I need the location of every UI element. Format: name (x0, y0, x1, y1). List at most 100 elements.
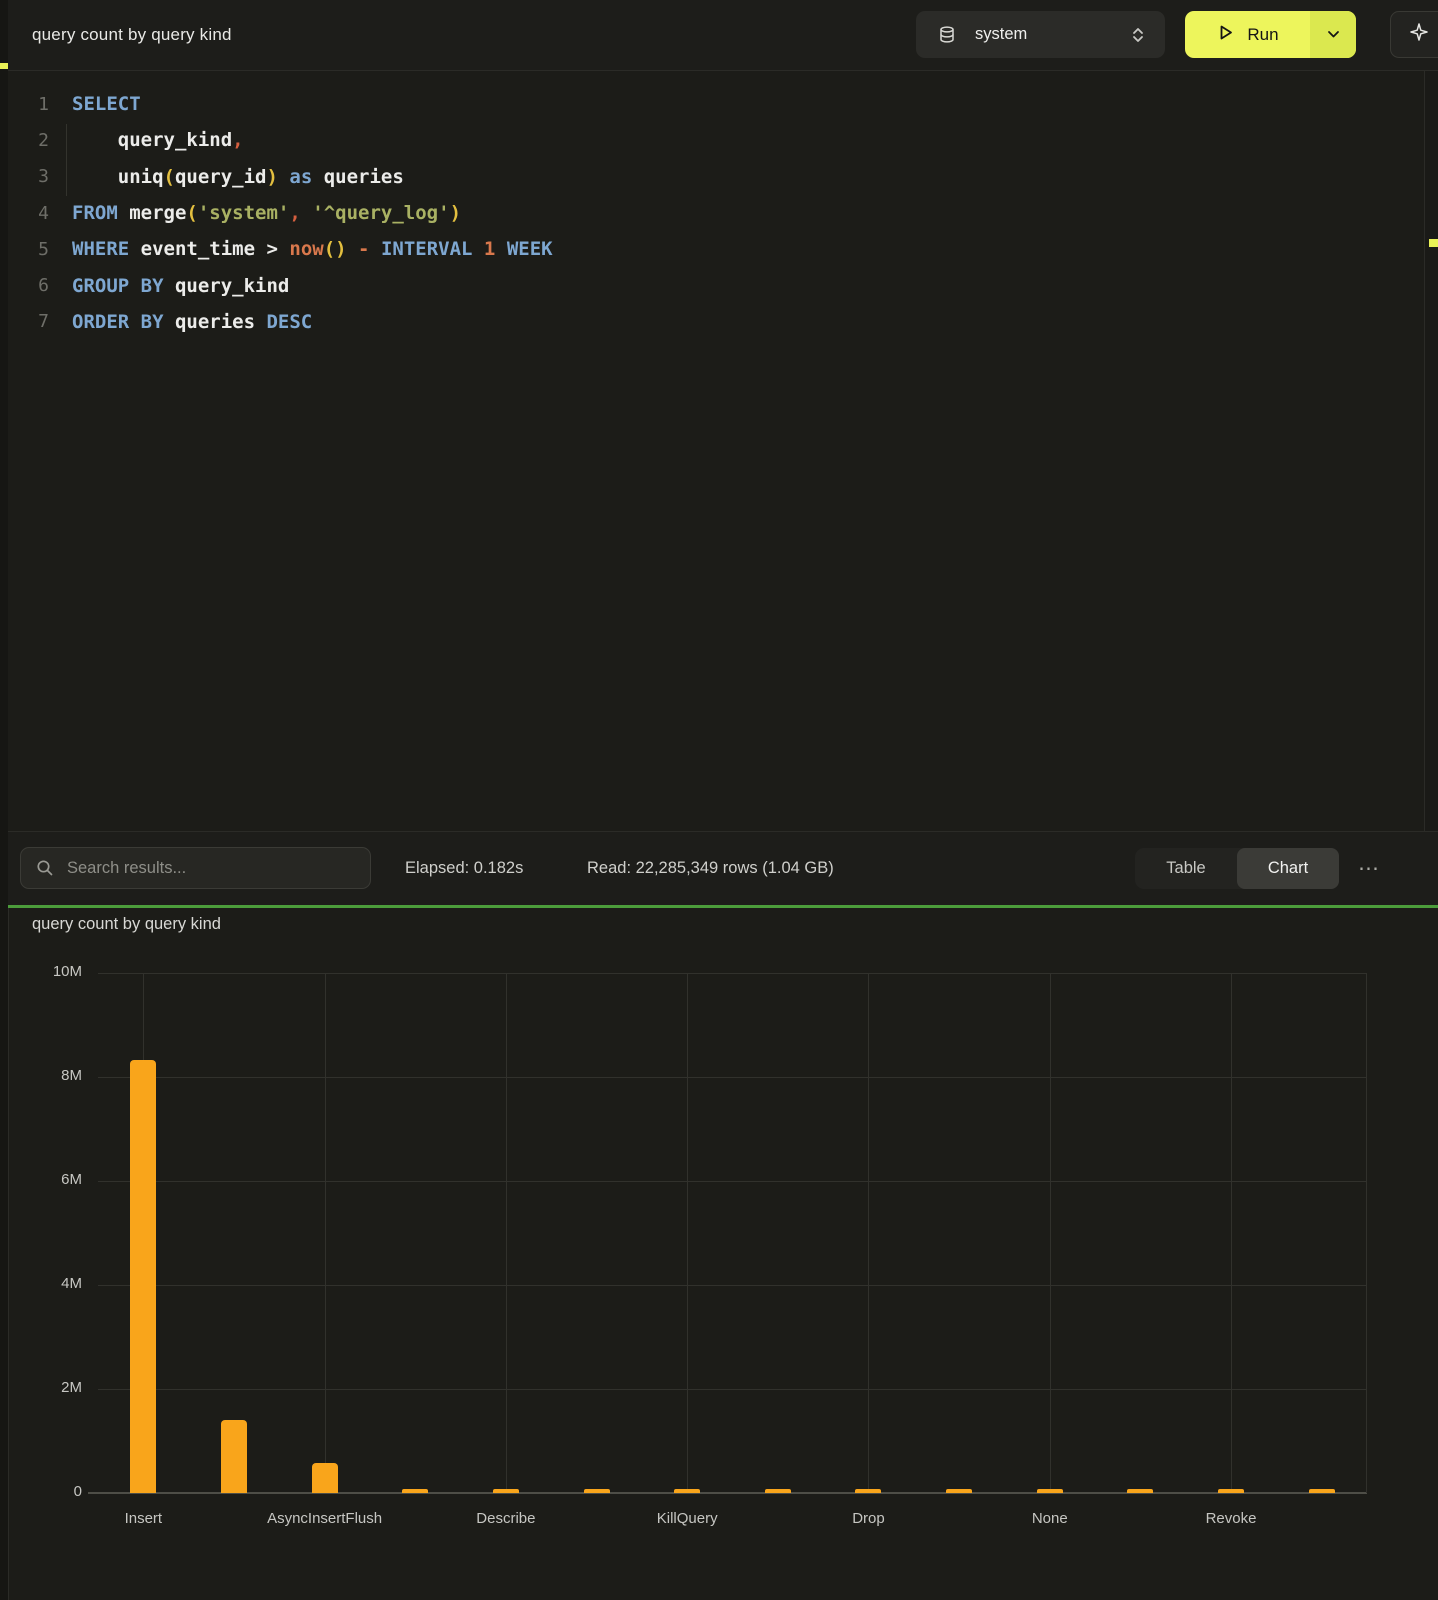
play-icon (1216, 23, 1235, 47)
code-token: ) (266, 166, 277, 188)
bar[interactable] (765, 1489, 791, 1493)
line-number: 5 (8, 239, 49, 260)
tab-chart[interactable]: Chart (1237, 848, 1339, 889)
x-tick-label: KillQuery (587, 1510, 787, 1527)
h-gridline (98, 1389, 1367, 1390)
code-token: uniq (72, 166, 164, 188)
code-token: query_kind (72, 129, 232, 151)
code-token: DESC (266, 311, 312, 333)
code-line: ORDER BY queries DESC (72, 311, 312, 333)
left-yellow-marker (0, 63, 8, 69)
code-token (278, 166, 289, 188)
code-line: WHERE event_time > now() - INTERVAL 1 WE… (72, 238, 553, 260)
code-token: query_kind (164, 275, 290, 297)
code-token: INTERVAL (381, 238, 473, 260)
code-token: , (289, 202, 300, 224)
code-token: now (289, 238, 323, 260)
code-token: WHERE (72, 238, 129, 260)
bar[interactable] (855, 1489, 881, 1493)
database-selector[interactable]: system (916, 11, 1165, 58)
x-axis-line (88, 1492, 1367, 1494)
v-gridline (687, 973, 688, 1493)
code-token: queries (164, 311, 267, 333)
bar[interactable] (584, 1489, 610, 1493)
pane-resize-divider[interactable] (8, 905, 1438, 908)
query-tab-title: query count by query kind (32, 0, 232, 70)
view-toggle: Table Chart (1135, 848, 1339, 889)
editor-line[interactable]: 3 uniq(query_id) as queries (8, 159, 1424, 195)
code-token (347, 238, 358, 260)
code-line: query_kind, (72, 129, 244, 151)
y-tick-label: 10M (10, 963, 82, 980)
bar[interactable] (221, 1420, 247, 1493)
run-button[interactable]: Run (1185, 11, 1356, 58)
sql-editor[interactable]: 1SELECT2 query_kind,3 uniq(query_id) as … (8, 71, 1424, 831)
bar[interactable] (674, 1489, 700, 1493)
line-number: 2 (8, 130, 49, 151)
code-token: ) (450, 202, 461, 224)
code-token: > (266, 238, 289, 260)
bar[interactable] (1037, 1489, 1063, 1493)
bar[interactable] (946, 1489, 972, 1493)
editor-line[interactable]: 1SELECT (8, 86, 1424, 122)
code-token: , (232, 129, 243, 151)
bar[interactable] (1127, 1489, 1153, 1493)
code-line: GROUP BY query_kind (72, 275, 289, 297)
code-token: 1 (484, 238, 495, 260)
editor-line[interactable]: 5 WHERE event_time > now() - INTERVAL 1 W… (8, 231, 1424, 267)
v-gridline (1366, 973, 1367, 1493)
line-number: 7 (8, 311, 49, 332)
read-stat: Read: 22,285,349 rows (1.04 GB) (587, 831, 834, 906)
code-token: queries (312, 166, 404, 188)
tab-table[interactable]: Table (1135, 848, 1237, 889)
bar[interactable] (312, 1463, 338, 1493)
x-tick-label: Insert (43, 1510, 243, 1527)
v-gridline (325, 973, 326, 1493)
database-selector-value: system (975, 25, 1131, 44)
search-results-input[interactable] (65, 858, 349, 879)
code-token: WEEK (507, 238, 553, 260)
line-number: 3 (8, 166, 49, 187)
editor-line[interactable]: 6GROUP BY query_kind (8, 267, 1424, 303)
chevron-up-down-icon (1131, 26, 1145, 44)
code-token: query_id (175, 166, 267, 188)
editor-line[interactable]: 7 ORDER BY queries DESC (8, 304, 1424, 340)
code-token: SELECT (72, 93, 141, 115)
code-line: FROM merge('system', '^query_log') (72, 202, 461, 224)
sparkle-button[interactable] (1390, 11, 1438, 58)
editor-line[interactable]: 2 query_kind, (8, 122, 1424, 158)
x-tick-label: Describe (406, 1510, 606, 1527)
code-token (370, 238, 381, 260)
database-icon (937, 25, 957, 45)
y-tick-label: 8M (10, 1067, 82, 1084)
x-tick-label: AsyncInsertFlush (225, 1510, 425, 1527)
code-token (301, 202, 312, 224)
scrollbar-cursor-marker (1429, 239, 1438, 247)
y-tick-label: 4M (10, 1275, 82, 1292)
h-gridline (98, 1077, 1367, 1078)
run-options-button[interactable] (1310, 11, 1356, 58)
run-button-label: Run (1247, 25, 1278, 45)
chart-plot: 02M4M6M8M10MInsertAsyncInsertFlushDescri… (98, 973, 1367, 1493)
bar[interactable] (130, 1060, 156, 1493)
code-token: () (324, 238, 347, 260)
bar[interactable] (1309, 1489, 1335, 1493)
code-line: uniq(query_id) as queries (72, 166, 404, 188)
bar[interactable] (402, 1489, 428, 1493)
chart-title: query count by query kind (32, 908, 221, 940)
v-gridline (1231, 973, 1232, 1493)
code-token: GROUP BY (72, 275, 164, 297)
more-options-button[interactable]: ⋯ (1354, 848, 1384, 889)
editor-scrollbar[interactable] (1424, 71, 1438, 831)
search-results-box[interactable] (20, 847, 371, 889)
sparkle-icon (1409, 22, 1429, 47)
x-tick-label: Revoke (1131, 1510, 1331, 1527)
code-token: FROM (72, 202, 118, 224)
editor-line[interactable]: 4FROM merge('system', '^query_log') (8, 195, 1424, 231)
bar[interactable] (493, 1489, 519, 1493)
search-icon (36, 859, 54, 877)
v-gridline (506, 973, 507, 1493)
bar[interactable] (1218, 1489, 1244, 1493)
run-button-main[interactable]: Run (1185, 11, 1310, 58)
code-token: event_time (129, 238, 266, 260)
